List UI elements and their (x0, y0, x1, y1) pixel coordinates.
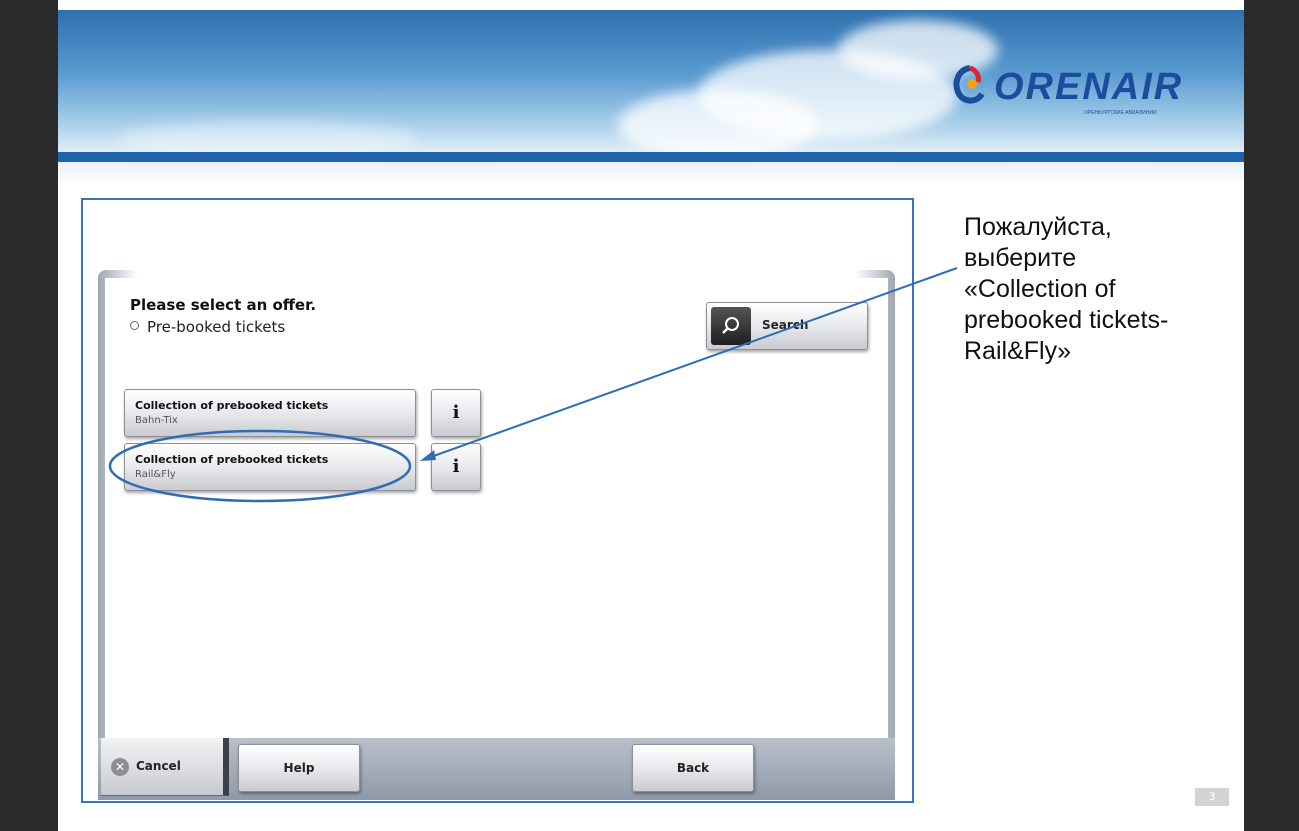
callout-line: выберите (964, 244, 1077, 272)
instruction-callout: Пожалуйста, выберите «Collection of preb… (964, 212, 1234, 367)
highlight-ellipse (108, 429, 412, 503)
annotation-overlay (108, 267, 958, 503)
callout-line: Пожалуйста, (964, 213, 1112, 241)
callout-line: prebooked tickets- (964, 306, 1169, 334)
pointer-arrow-line (427, 267, 958, 459)
pointer-arrowhead-icon (420, 450, 436, 461)
callout-line: Rail&Fly» (964, 337, 1071, 365)
page-number: 3 (1195, 788, 1229, 806)
callout-line: «Collection of (964, 275, 1116, 303)
